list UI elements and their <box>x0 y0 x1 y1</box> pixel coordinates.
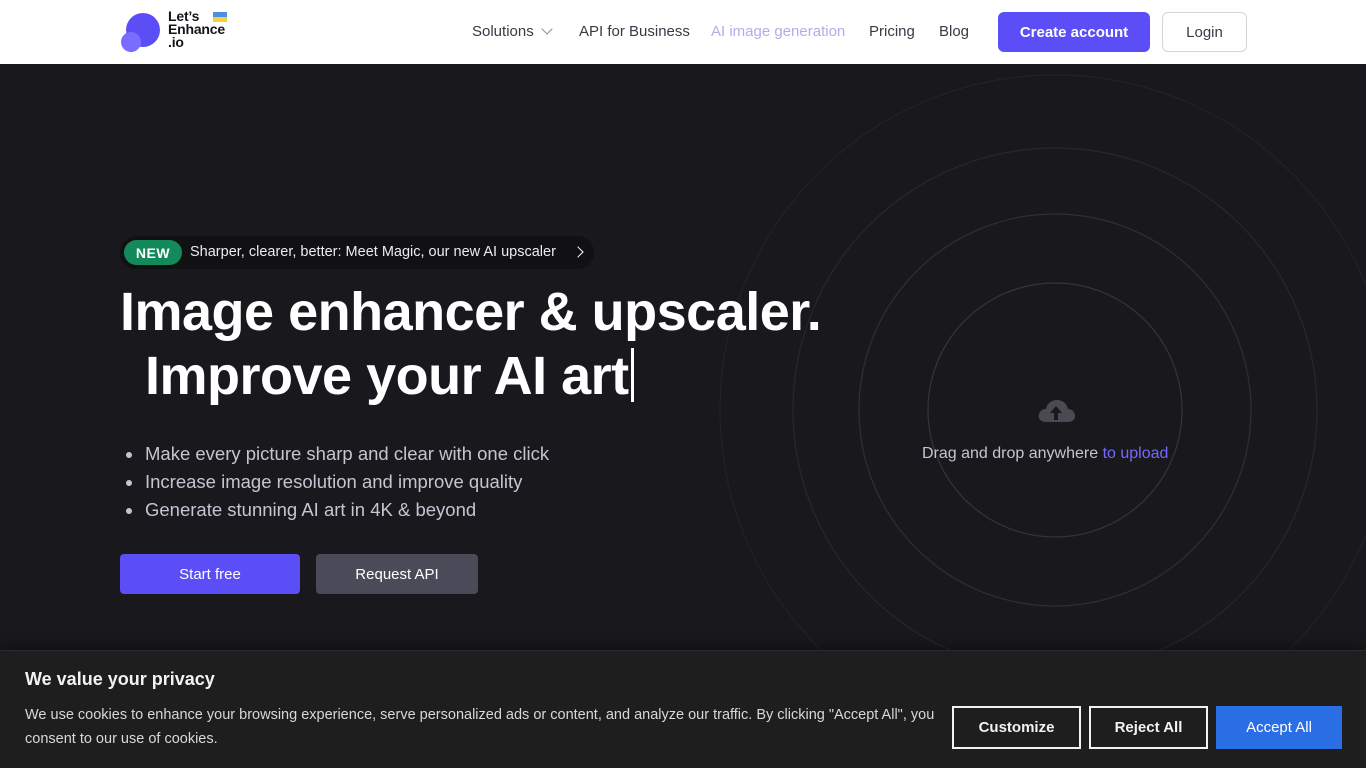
chevron-down-icon <box>541 23 553 35</box>
request-api-button[interactable]: Request API <box>316 554 478 594</box>
hero-title-typed: Improve your AI art <box>145 346 629 406</box>
create-account-button[interactable]: Create account <box>998 12 1150 52</box>
top-navigation: Let’s Enhance .io Solutions API for Busi… <box>0 0 1366 64</box>
site-logo[interactable]: Let’s Enhance .io <box>120 9 240 54</box>
hero-title-line2: Improve your AI art <box>145 344 634 408</box>
start-free-button[interactable]: Start free <box>120 554 300 594</box>
feature-item: Make every picture sharp and clear with … <box>126 440 549 468</box>
chevron-right-icon <box>572 246 584 258</box>
ukraine-flag-icon <box>213 12 227 22</box>
customize-button[interactable]: Customize <box>952 706 1081 749</box>
nav-api-for-business[interactable]: API for Business <box>579 23 690 40</box>
nav-solutions[interactable]: Solutions <box>472 23 553 40</box>
reject-all-button[interactable]: Reject All <box>1089 706 1208 749</box>
nav-pricing[interactable]: Pricing <box>869 23 915 40</box>
typing-caret <box>630 348 634 402</box>
upload-hint-text: Drag and drop anywhere <box>922 445 1099 462</box>
feature-list: Make every picture sharp and clear with … <box>126 440 549 524</box>
feature-item: Increase image resolution and improve qu… <box>126 468 549 496</box>
hero-title-line1: Image enhancer & upscaler. <box>120 282 822 342</box>
nav-blog[interactable]: Blog <box>939 23 969 40</box>
upload-link[interactable]: to upload <box>1103 445 1169 462</box>
cookie-title: We value your privacy <box>25 669 215 689</box>
upload-hint: Drag and drop anywhere to upload <box>922 445 1168 463</box>
nav-solutions-label: Solutions <box>472 23 534 40</box>
feature-item: Generate stunning AI art in 4K & beyond <box>126 496 549 524</box>
cookie-consent-banner: We value your privacy We use cookies to … <box>0 650 1366 768</box>
new-pill: NEW <box>124 240 182 265</box>
login-button[interactable]: Login <box>1162 12 1247 52</box>
letsenhance-logo-icon <box>121 13 160 52</box>
announcement-badge[interactable]: NEW Sharper, clearer, better: Meet Magic… <box>120 236 594 269</box>
announcement-text: Sharper, clearer, better: Meet Magic, ou… <box>190 244 556 260</box>
cloud-upload-icon <box>1038 400 1075 422</box>
cookie-description: We use cookies to enhance your browsing … <box>25 707 935 747</box>
accept-all-button[interactable]: Accept All <box>1216 706 1342 749</box>
nav-ai-image-generation[interactable]: AI image generation <box>711 23 845 40</box>
